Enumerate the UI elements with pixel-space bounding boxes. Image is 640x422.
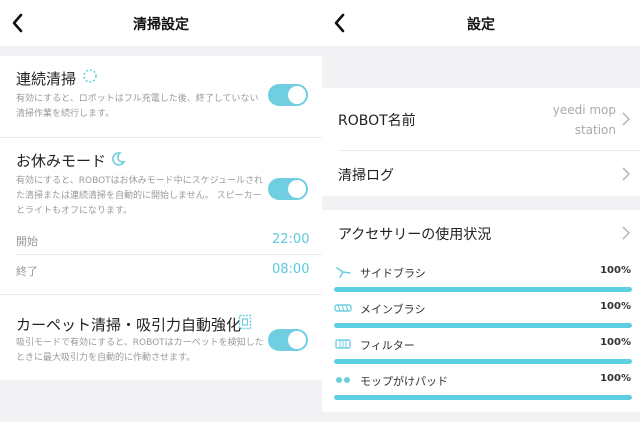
robot-name-row[interactable]: ROBOT名前 yeedi mop station [322,88,640,150]
accessory-progress-bar [334,359,632,364]
dnd-toggle[interactable] [268,178,308,200]
continuous-clean-icon [83,69,97,83]
side-brush-icon [336,267,351,278]
accessory-item: フィルター 100% [322,335,640,371]
carpet-desc: 吸引モードで有効にすると、ROBOTはカーペットを検知したときに最大吸引力を自動… [16,338,264,363]
accessory-label: メインブラシ [360,303,426,316]
accessories-group: アクセサリーの使用状況 サイドブラシ 100% メインブラシ 100% フィルタ… [322,210,640,412]
dnd-end-label: 終了 [16,265,38,278]
carpet-icon [238,314,252,330]
divider [0,137,322,138]
divider [0,294,322,295]
accessory-progress-bar [334,323,632,328]
divider [16,254,322,255]
page-title: 清掃設定 [133,17,189,33]
chevron-right-icon [622,167,631,181]
navbar: 設定 [322,0,640,46]
accessory-item: モップがけパッド 100% [322,371,640,407]
chevron-right-icon [622,226,631,240]
settings-list: 連続清掃 有効にすると、ロボットはフル充電した後、終了していない清掃作業を続行し… [0,56,322,380]
robot-name-line2: station [574,123,616,137]
accessory-percent: 100% [600,301,631,312]
progress-fill [334,323,632,328]
progress-fill [334,359,632,364]
settings-panel: 設定 ROBOT名前 yeedi mop station 清掃ログ アクセサリー… [322,0,640,422]
navbar: 清掃設定 [0,0,322,46]
cleaning-log-row[interactable]: 清掃ログ [322,151,640,196]
continuous-clean-desc: 有効にすると、ロボットはフル充電した後、終了していない清掃作業を続行します。 [16,94,259,119]
robot-settings-group: ROBOT名前 yeedi mop station 清掃ログ [322,88,640,196]
progress-fill [334,287,632,292]
chevron-right-icon [622,112,631,126]
toggle-knob [288,86,306,104]
dnd-end-time[interactable]: 08:00 [272,262,309,277]
accessory-usage-label: アクセサリーの使用状況 [338,227,492,243]
accessory-progress-bar [334,287,632,292]
page-title: 設定 [467,17,495,33]
continuous-clean-title: 連続清掃 [16,70,77,88]
moon-icon [112,152,126,166]
accessory-item: メインブラシ 100% [322,299,640,335]
carpet-toggle[interactable] [268,329,308,351]
accessory-percent: 100% [600,337,631,348]
continuous-clean-toggle[interactable] [268,84,308,106]
cleaning-log-label: 清掃ログ [338,168,394,184]
cleaning-settings-panel: 清掃設定 連続清掃 有効にすると、ロボットはフル充電した後、終了していない清掃作… [0,0,322,422]
accessory-percent: 100% [600,373,631,384]
accessory-label: フィルター [360,339,415,352]
filter-icon [335,339,351,349]
accessory-label: サイドブラシ [360,267,426,280]
dnd-title: お休みモード [16,152,107,170]
robot-name-line1: yeedi mop [552,103,616,117]
progress-fill [334,395,632,400]
carpet-title: カーペット清掃・吸引力自動強化 [16,316,242,334]
dnd-start-label: 開始 [16,235,38,248]
accessory-percent: 100% [600,265,631,276]
robot-name-label: ROBOT名前 [338,113,416,129]
dnd-desc: 有効にすると、ROBOTはお休みモード中にスケジュールされた清掃または連続清掃を… [16,176,264,216]
robot-name-value: yeedi mop station [553,100,616,140]
main-brush-icon [334,304,352,312]
toggle-knob [288,180,306,198]
dnd-start-time[interactable]: 22:00 [272,232,309,247]
accessory-item: サイドブラシ 100% [322,263,640,299]
mop-pad-icon [336,377,350,383]
accessory-label: モップがけパッド [360,375,448,388]
accessory-usage-row[interactable]: アクセサリーの使用状況 [322,210,640,254]
accessory-progress-bar [334,395,632,400]
toggle-knob [288,331,306,349]
